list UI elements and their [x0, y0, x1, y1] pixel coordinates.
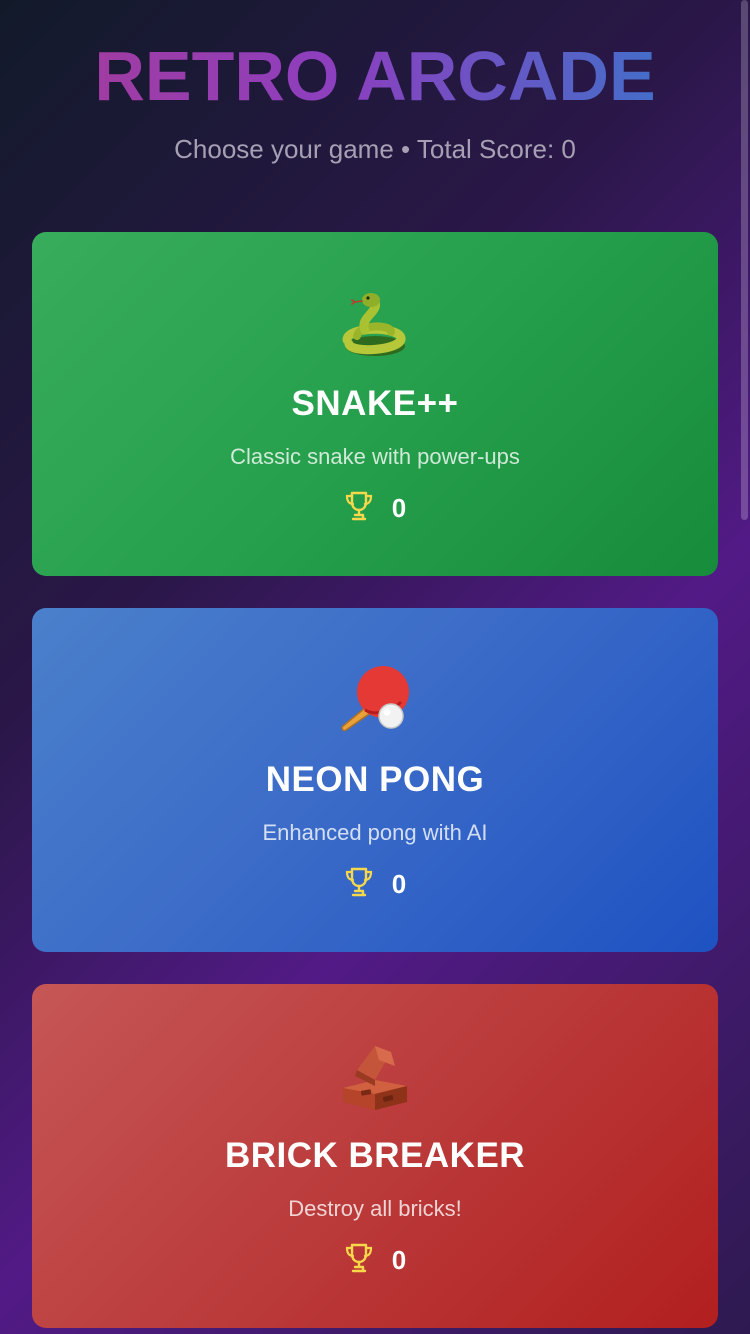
snake-icon: [32, 288, 718, 360]
game-card-snake[interactable]: SNAKE++ Classic snake with power-ups 0: [32, 232, 718, 576]
brick-icon: [32, 1040, 718, 1112]
game-score: 0: [32, 490, 718, 526]
scrollbar[interactable]: [741, 0, 748, 520]
game-description: Enhanced pong with AI: [262, 820, 488, 845]
score-value: 0: [391, 1245, 407, 1275]
game-title: NEON PONG: [265, 760, 485, 799]
game-description: Destroy all bricks!: [288, 1196, 462, 1221]
game-score: 0: [32, 866, 718, 902]
trophy-icon: [344, 866, 374, 903]
trophy-icon: [344, 490, 374, 527]
trophy-icon: [344, 1242, 374, 1279]
game-card-pong[interactable]: NEON PONG Enhanced pong with AI 0: [32, 608, 718, 952]
ping-pong-icon: [32, 664, 718, 736]
score-value: 0: [391, 869, 407, 899]
header: RETRO ARCADE Choose your game • Total Sc…: [0, 0, 750, 200]
game-title: SNAKE++: [291, 384, 459, 423]
game-score: 0: [32, 1242, 718, 1278]
score-value: 0: [391, 493, 407, 523]
page-subtitle: Choose your game • Total Score: 0: [174, 134, 576, 164]
game-description: Classic snake with power-ups: [230, 444, 520, 469]
game-title: BRICK BREAKER: [224, 1136, 526, 1175]
game-card-brick-breaker[interactable]: BRICK BREAKER Destroy all bricks! 0: [32, 984, 718, 1328]
page-title: RETRO ARCADE: [0, 36, 750, 116]
